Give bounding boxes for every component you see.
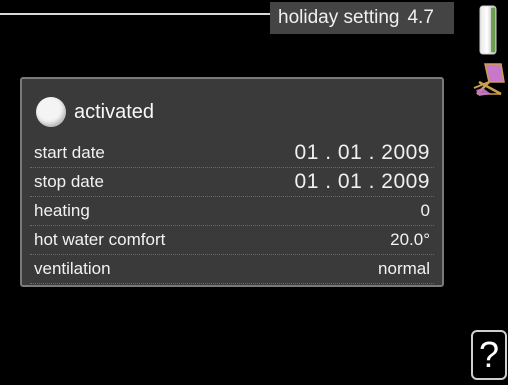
setting-label: start date: [34, 143, 105, 162]
setting-row-heating[interactable]: heating 0: [30, 197, 434, 226]
settings-list: start date 01 . 01 . 2009 stop date 01 .…: [30, 139, 434, 284]
setting-value: 01 . 01 . 2009: [294, 170, 430, 193]
setting-value: 0: [420, 201, 430, 220]
help-glyph: ?: [478, 334, 500, 375]
deck-chair-icon: [473, 63, 505, 96]
header-divider: [0, 13, 270, 15]
setting-label: hot water comfort: [34, 230, 166, 249]
setting-value: 20.0°: [390, 230, 430, 249]
holiday-settings-panel: activated start date 01 . 01 . 2009 stop…: [20, 77, 444, 287]
setting-row-ventilation[interactable]: ventilation normal: [30, 255, 434, 284]
status-bar-icon: [479, 5, 497, 55]
help-icon[interactable]: ?: [471, 330, 507, 380]
menu-number: 4.7: [407, 7, 434, 28]
setting-row-stop-date[interactable]: stop date 01 . 01 . 2009: [30, 168, 434, 197]
setting-row-start-date[interactable]: start date 01 . 01 . 2009: [30, 139, 434, 168]
activated-radio[interactable]: [36, 97, 66, 127]
setting-label: ventilation: [34, 259, 111, 278]
setting-label: heating: [34, 201, 90, 220]
page-title: holiday setting: [278, 7, 400, 28]
activated-label: activated: [74, 100, 155, 123]
activated-toggle[interactable]: activated: [36, 97, 154, 127]
page-title-bar: holiday setting 4.7: [270, 2, 454, 34]
setting-row-hot-water-comfort[interactable]: hot water comfort 20.0°: [30, 226, 434, 255]
setting-label: stop date: [34, 172, 104, 191]
setting-value: 01 . 01 . 2009: [294, 141, 430, 164]
setting-value: normal: [378, 259, 430, 278]
